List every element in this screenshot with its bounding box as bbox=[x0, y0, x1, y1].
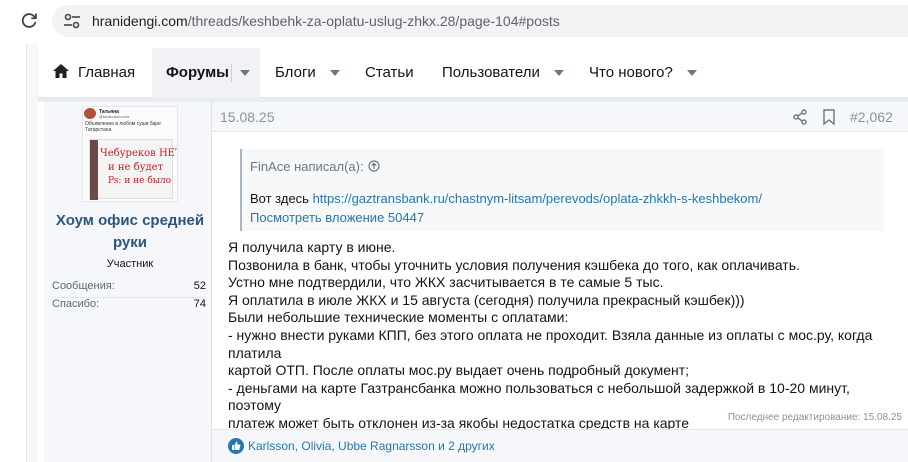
post-body-line: Позвонила в банк, чтобы уточнить условия… bbox=[228, 256, 800, 273]
reload-icon[interactable] bbox=[18, 10, 40, 32]
post-body-line: Я получила карту в июне. bbox=[228, 239, 396, 255]
nav-home[interactable]: Главная bbox=[52, 48, 135, 98]
author-username[interactable]: Хоум офис средней руки bbox=[52, 210, 208, 254]
stat-value: 74 bbox=[193, 298, 206, 310]
chevron-down-icon[interactable] bbox=[686, 70, 697, 77]
stat-label: Сообщения: bbox=[52, 280, 115, 292]
post-header: 15.08.25 #2,062 bbox=[212, 102, 908, 132]
post-date[interactable]: 15.08.25 bbox=[220, 109, 275, 125]
nav-articles[interactable]: Статьи bbox=[365, 48, 414, 98]
quote-text-prefix: Вот здесь bbox=[250, 191, 313, 206]
author-user-title: Участник bbox=[106, 258, 154, 270]
post: Татьяна @tanikodonovna Объявление в любо… bbox=[38, 102, 908, 462]
arrow-up-circle-icon[interactable] bbox=[368, 160, 380, 172]
nav-whats-new[interactable]: Что нового? bbox=[589, 48, 697, 98]
avatar-tweet-handle: @tanikodonovna bbox=[99, 114, 130, 119]
quote-author-line[interactable]: FinAce написал(а): bbox=[250, 159, 380, 174]
nav-forums-dropdown[interactable] bbox=[234, 48, 260, 98]
avatar-profile-photo bbox=[84, 108, 96, 119]
main-navigation: Главная Форумы Блоги Статьи Пользователи… bbox=[38, 48, 908, 98]
quote-block: FinAce написал(а): Вот здесь https://gaz… bbox=[240, 149, 884, 231]
avatar-sign-shadow bbox=[90, 140, 98, 200]
post-body-line: Были небольшие технические моменты с опл… bbox=[228, 309, 569, 326]
post-message: 15.08.25 #2,062 FinAce написал(а): Вот з… bbox=[212, 102, 908, 462]
chevron-down-icon bbox=[240, 70, 250, 77]
nav-articles-label: Статьи bbox=[365, 64, 414, 81]
quote-attachment-link[interactable]: Посмотреть вложение 50447 bbox=[250, 210, 424, 225]
quote-link[interactable]: https://gaztransbank.ru/chastnym-litsam/… bbox=[313, 191, 762, 206]
nav-divider bbox=[231, 64, 232, 82]
site-info-icon[interactable] bbox=[62, 12, 82, 30]
post-body-line: Устно мне подтвердили, что ЖКХ засчитыва… bbox=[228, 274, 664, 291]
post-body-line: - нужно внести руками КПП, без этого опл… bbox=[228, 326, 877, 361]
stat-thanks: Спасибо: 74 bbox=[52, 298, 206, 314]
nav-users[interactable]: Пользователи bbox=[442, 48, 564, 98]
post-author-panel: Татьяна @tanikodonovna Объявление в любо… bbox=[44, 102, 212, 462]
stat-label: Спасибо: bbox=[52, 298, 100, 310]
url-domain: hranidengi.com bbox=[92, 13, 188, 29]
url-field[interactable]: hranidengi.com/threads/keshbehk-za-oplat… bbox=[52, 5, 908, 37]
nav-blogs[interactable]: Блоги bbox=[275, 48, 340, 98]
url-path: /threads/keshbehk-za-oplatu-uslug-zhkx.2… bbox=[187, 13, 560, 29]
stat-messages: Сообщения: 52 bbox=[52, 280, 206, 296]
url-text: hranidengi.com/threads/keshbehk-za-oplat… bbox=[92, 13, 560, 29]
avatar-sign-line: и не будет bbox=[108, 162, 164, 173]
quote-author: FinAce написал(а): bbox=[250, 159, 364, 174]
bookmark-icon[interactable] bbox=[822, 109, 836, 125]
quote-text: Вот здесь https://gaztransbank.ru/chastn… bbox=[250, 191, 762, 206]
avatar-tweet-caption: Объявление в любом суши баре Татарстана bbox=[85, 121, 161, 133]
nav-forums-label: Форумы bbox=[166, 64, 229, 81]
avatar[interactable]: Татьяна @tanikodonovna Объявление в любо… bbox=[82, 106, 178, 202]
nav-home-label: Главная bbox=[78, 64, 136, 81]
post-body: Я получила карту в июне. Позвонила в бан… bbox=[228, 239, 904, 433]
post-number[interactable]: #2,062 bbox=[850, 109, 893, 125]
post-body-line: Я оплатила в июле ЖКХ и 15 августа (сего… bbox=[228, 291, 745, 308]
home-icon bbox=[53, 64, 69, 78]
reactions-bar: Karlsson, Olivia, Ubbe Ragnarsson и 2 др… bbox=[212, 429, 908, 462]
stat-value: 52 bbox=[193, 280, 206, 292]
avatar-sign-line: Ps: и не было bbox=[108, 176, 172, 186]
chevron-down-icon[interactable] bbox=[329, 70, 340, 77]
chevron-down-icon[interactable] bbox=[553, 70, 564, 77]
like-icon bbox=[228, 438, 244, 454]
post-body-line: картой ОТП. После оплаты мос.ру выдает о… bbox=[228, 362, 690, 379]
avatar-sign-line: Чебуреков НЕТ bbox=[100, 148, 178, 159]
nav-whats-new-label: Что нового? bbox=[589, 64, 673, 81]
site: Главная Форумы Блоги Статьи Пользователи… bbox=[0, 44, 908, 462]
avatar-sign-image: Чебуреков НЕТ и не будет Ps: и не было bbox=[89, 139, 177, 200]
share-icon[interactable] bbox=[792, 109, 808, 125]
nav-blogs-label: Блоги bbox=[275, 64, 316, 81]
last-edited-note: Последнее редактирование: 15.08.25 bbox=[727, 412, 902, 423]
page-gutter bbox=[26, 44, 38, 462]
browser-address-bar: hranidengi.com/threads/keshbehk-za-oplat… bbox=[0, 0, 908, 44]
nav-users-label: Пользователи bbox=[442, 64, 540, 81]
reactions-users[interactable]: Karlsson, Olivia, Ubbe Ragnarsson и 2 др… bbox=[248, 439, 495, 453]
post-body-line: - деньгами на карте Газтрансбанка можно … bbox=[228, 379, 854, 414]
